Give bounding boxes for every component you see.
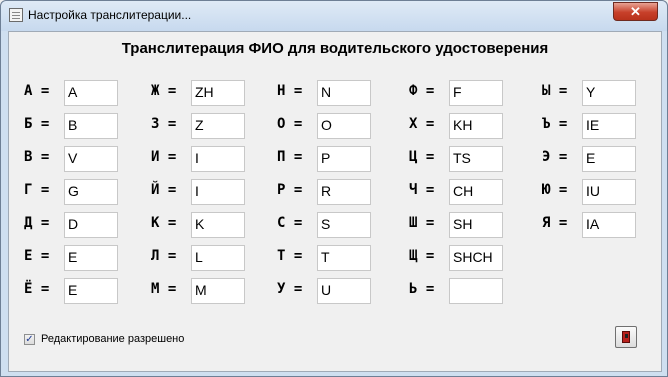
cyrillic-letter-label: Щ =: [409, 248, 435, 264]
latin-value-field[interactable]: SH: [449, 212, 503, 238]
latin-value-field[interactable]: I: [191, 146, 245, 172]
cyrillic-letter-label: Н =: [277, 83, 303, 99]
latin-value-field[interactable]: P: [317, 146, 371, 172]
cyrillic-letter-label: Ц =: [409, 149, 435, 165]
cyrillic-letter-label: Ж =: [151, 83, 177, 99]
editing-allowed-checkbox[interactable]: ✓: [24, 334, 35, 345]
latin-value-field[interactable]: O: [317, 113, 371, 139]
cyrillic-letter-label: З =: [151, 116, 177, 132]
cyrillic-letter-label: П =: [277, 149, 303, 165]
cyrillic-letter-label: Т =: [277, 248, 303, 264]
cyrillic-letter-label: Ь =: [409, 281, 435, 297]
latin-value-field[interactable]: F: [449, 80, 503, 106]
latin-value-field[interactable]: E: [582, 146, 636, 172]
cyrillic-letter-label: Л =: [151, 248, 177, 264]
cyrillic-letter-label: Ю =: [542, 182, 568, 198]
cyrillic-letter-label: Р =: [277, 182, 303, 198]
latin-value-field[interactable]: TS: [449, 146, 503, 172]
cyrillic-letter-label: Г =: [24, 182, 50, 198]
title-bar[interactable]: Настройка транслитерации... ✕: [1, 1, 667, 31]
cyrillic-letter-label: М =: [151, 281, 177, 297]
latin-value-field[interactable]: SHCH: [449, 245, 503, 271]
latin-value-field[interactable]: L: [191, 245, 245, 271]
cyrillic-letter-label: Ъ =: [542, 116, 568, 132]
latin-value-field[interactable]: A: [64, 80, 118, 106]
cyrillic-letter-label: У =: [277, 281, 303, 297]
cyrillic-letter-label: Б =: [24, 116, 50, 132]
latin-value-field[interactable]: U: [317, 278, 371, 304]
latin-value-field[interactable]: E: [64, 278, 118, 304]
window-title: Настройка транслитерации...: [28, 8, 192, 22]
latin-value-field[interactable]: E: [64, 245, 118, 271]
cyrillic-letter-label: Ф =: [409, 83, 435, 99]
latin-value-field[interactable]: IE: [582, 113, 636, 139]
cyrillic-letter-label: Э =: [542, 149, 568, 165]
latin-value-field[interactable]: I: [191, 179, 245, 205]
transliteration-settings-window: Настройка транслитерации... ✕ Транслитер…: [0, 0, 668, 377]
latin-value-field[interactable]: V: [64, 146, 118, 172]
cyrillic-letter-label: К =: [151, 215, 177, 231]
cyrillic-letter-label: Ы =: [542, 83, 568, 99]
latin-value-field[interactable]: ZH: [191, 80, 245, 106]
app-window-icon: [9, 8, 23, 22]
exit-door-icon[interactable]: [615, 326, 637, 348]
cyrillic-letter-label: Я =: [542, 215, 568, 231]
latin-value-field[interactable]: G: [64, 179, 118, 205]
dialog-heading: Транслитерация ФИО для водительского удо…: [121, 40, 549, 57]
cyrillic-letter-label: Д =: [24, 215, 50, 231]
cyrillic-letter-label: С =: [277, 215, 303, 231]
latin-value-field[interactable]: M: [191, 278, 245, 304]
latin-value-field[interactable]: Y: [582, 80, 636, 106]
latin-value-field[interactable]: D: [64, 212, 118, 238]
editing-allowed-label[interactable]: Редактирование разрешено: [41, 333, 184, 345]
cyrillic-letter-label: О =: [277, 116, 303, 132]
latin-value-field[interactable]: KH: [449, 113, 503, 139]
latin-value-field[interactable]: [449, 278, 503, 304]
cyrillic-letter-label: Х =: [409, 116, 435, 132]
cyrillic-letter-label: Е =: [24, 248, 50, 264]
latin-value-field[interactable]: B: [64, 113, 118, 139]
cyrillic-letter-label: Й =: [151, 182, 177, 198]
cyrillic-letter-label: И =: [151, 149, 177, 165]
cyrillic-letter-label: А =: [24, 83, 50, 99]
latin-value-field[interactable]: S: [317, 212, 371, 238]
cyrillic-letter-label: В =: [24, 149, 50, 165]
cyrillic-letter-label: Ё =: [24, 281, 50, 297]
latin-value-field[interactable]: R: [317, 179, 371, 205]
latin-value-field[interactable]: Z: [191, 113, 245, 139]
latin-value-field[interactable]: K: [191, 212, 245, 238]
latin-value-field[interactable]: T: [317, 245, 371, 271]
dialog-body: Транслитерация ФИО для водительского удо…: [8, 31, 662, 372]
latin-value-field[interactable]: CH: [449, 179, 503, 205]
latin-value-field[interactable]: N: [317, 80, 371, 106]
cyrillic-letter-label: Ч =: [409, 182, 435, 198]
latin-value-field[interactable]: IA: [582, 212, 636, 238]
close-button[interactable]: ✕: [613, 2, 658, 21]
latin-value-field[interactable]: IU: [582, 179, 636, 205]
cyrillic-letter-label: Ш =: [409, 215, 435, 231]
